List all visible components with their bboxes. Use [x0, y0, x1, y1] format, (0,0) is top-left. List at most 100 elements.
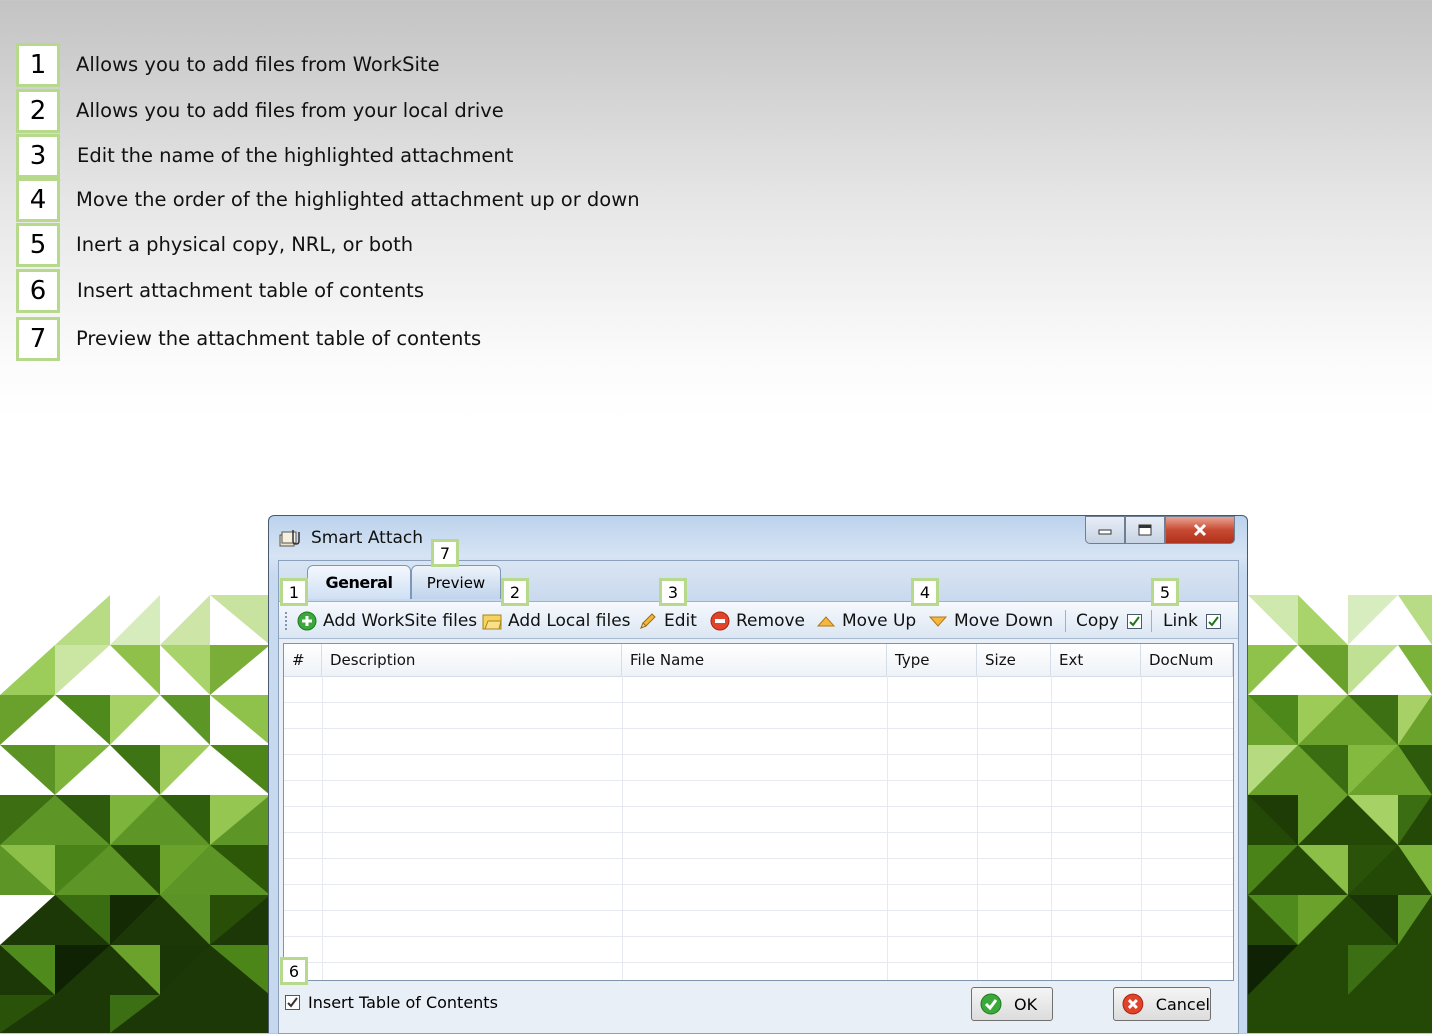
- cancel-label: Cancel: [1155, 994, 1210, 1014]
- check-green-icon: [980, 993, 1002, 1015]
- callout-1: 1: [280, 578, 308, 606]
- column-header-size[interactable]: Size: [977, 644, 1051, 676]
- table-row[interactable]: [284, 677, 1233, 703]
- legend-item: 4 Move the order of the highlighted atta…: [16, 178, 816, 222]
- table-row[interactable]: [284, 885, 1233, 911]
- pencil-icon: [640, 613, 656, 629]
- legend-number-box: 6: [16, 269, 60, 313]
- legend-text: Insert attachment table of contents: [77, 279, 424, 302]
- column-header-type[interactable]: Type: [887, 644, 977, 676]
- checkmark-icon: [1129, 615, 1140, 627]
- ok-label: OK: [1014, 994, 1038, 1014]
- table-row[interactable]: [284, 729, 1233, 755]
- legend-text: Inert a physical copy, NRL, or both: [76, 233, 414, 256]
- legend-item: 2 Allows you to add files from your loca…: [16, 89, 816, 133]
- smart-attach-window: Smart Attach General Preview Add WorkSit…: [268, 515, 1248, 1034]
- toolbar-separator: [1065, 610, 1066, 632]
- tab-strip: General Preview: [279, 561, 1238, 601]
- add-local-files-button[interactable]: Add Local files: [482, 608, 631, 634]
- minimize-button[interactable]: [1085, 516, 1125, 544]
- remove-label: Remove: [736, 611, 805, 631]
- insert-toc-label: Insert Table of Contents: [308, 993, 498, 1012]
- add-green-icon: [297, 611, 317, 631]
- legend-text: Allows you to add files from WorkSite: [76, 53, 440, 76]
- callout-3: 3: [659, 578, 687, 606]
- legend-number-box: 2: [16, 89, 60, 133]
- arrow-down-icon: [928, 616, 948, 627]
- callout-2: 2: [501, 578, 529, 606]
- table-row[interactable]: [284, 781, 1233, 807]
- checkmark-icon: [1208, 615, 1219, 627]
- move-up-button[interactable]: Move Up: [816, 608, 916, 634]
- insert-toc-option[interactable]: Insert Table of Contents: [285, 993, 498, 1012]
- table-row[interactable]: [284, 911, 1233, 937]
- maximize-button[interactable]: [1125, 516, 1165, 544]
- cancel-button[interactable]: Cancel: [1113, 987, 1211, 1021]
- maximize-icon: [1138, 524, 1152, 536]
- column-header-file-name[interactable]: File Name: [622, 644, 887, 676]
- arrow-up-icon: [816, 616, 836, 627]
- add-worksite-files-button[interactable]: Add WorkSite files: [297, 608, 477, 634]
- attachments-grid[interactable]: # Description File Name Type Size Ext Do…: [283, 643, 1234, 981]
- legend-number-box: 4: [16, 178, 60, 222]
- callout-7: 7: [431, 539, 459, 567]
- background-triangle-art-left: [0, 595, 270, 1033]
- table-row[interactable]: [284, 937, 1233, 963]
- add-worksite-files-label: Add WorkSite files: [323, 611, 478, 631]
- link-option[interactable]: Link: [1163, 608, 1221, 634]
- legend-item: 6 Insert attachment table of contents: [16, 269, 816, 313]
- toolbar-grip[interactable]: [285, 612, 290, 630]
- checkmark-icon: [287, 997, 298, 1008]
- callout-5: 5: [1151, 578, 1179, 606]
- dialog-client-area: General Preview Add WorkSite files Add L…: [278, 560, 1239, 1034]
- move-down-button[interactable]: Move Down: [928, 608, 1053, 634]
- table-row[interactable]: [284, 755, 1233, 781]
- edit-button[interactable]: Edit: [638, 608, 697, 634]
- copy-option[interactable]: Copy: [1076, 608, 1143, 634]
- tab-preview[interactable]: Preview: [411, 565, 501, 599]
- legend-text: Preview the attachment table of contents: [76, 327, 482, 350]
- move-down-label: Move Down: [954, 611, 1054, 631]
- callout-6: 6: [280, 957, 308, 985]
- add-local-files-label: Add Local files: [508, 611, 631, 631]
- paperclip-attach-icon: [279, 530, 300, 547]
- column-header-number[interactable]: #: [284, 644, 322, 676]
- table-row[interactable]: [284, 703, 1233, 729]
- legend-number-box: 3: [16, 134, 60, 178]
- insert-toc-checkbox[interactable]: [285, 995, 300, 1010]
- folder-icon: [482, 614, 502, 630]
- ok-button[interactable]: OK: [971, 987, 1053, 1021]
- legend-item: 3 Edit the name of the highlighted attac…: [16, 134, 816, 178]
- toolbar-separator: [1151, 610, 1152, 632]
- link-checkbox[interactable]: [1205, 613, 1221, 629]
- table-row[interactable]: [284, 859, 1233, 885]
- background-triangle-art-right: [1248, 595, 1432, 1033]
- callout-4: 4: [911, 578, 939, 606]
- toolbar: Add WorkSite files Add Local files Edit: [279, 601, 1238, 639]
- legend-number-box: 7: [16, 317, 60, 361]
- legend-text: Allows you to add files from your local …: [76, 99, 504, 122]
- link-label: Link: [1163, 611, 1198, 631]
- legend-text: Edit the name of the highlighted attachm…: [77, 144, 514, 167]
- remove-button[interactable]: Remove: [710, 608, 805, 634]
- remove-red-icon: [710, 611, 730, 631]
- legend-item: 7 Preview the attachment table of conten…: [16, 317, 816, 361]
- legend-number-box: 5: [16, 223, 60, 267]
- tab-general[interactable]: General: [307, 565, 411, 599]
- close-button[interactable]: [1165, 516, 1235, 544]
- table-row[interactable]: [284, 833, 1233, 859]
- column-header-description[interactable]: Description: [322, 644, 622, 676]
- legend-item: 1 Allows you to add files from WorkSite: [16, 43, 816, 87]
- cancel-red-icon: [1122, 993, 1144, 1015]
- minimize-icon: [1098, 529, 1112, 535]
- column-header-docnum[interactable]: DocNum: [1141, 644, 1233, 676]
- table-row[interactable]: [284, 807, 1233, 833]
- copy-checkbox[interactable]: [1127, 613, 1143, 629]
- close-icon: [1193, 523, 1207, 537]
- copy-label: Copy: [1076, 611, 1120, 631]
- move-up-label: Move Up: [842, 611, 917, 631]
- column-header-ext[interactable]: Ext: [1051, 644, 1141, 676]
- edit-label: Edit: [664, 611, 697, 631]
- window-controls: [1085, 516, 1235, 546]
- legend-item: 5 Inert a physical copy, NRL, or both: [16, 223, 816, 267]
